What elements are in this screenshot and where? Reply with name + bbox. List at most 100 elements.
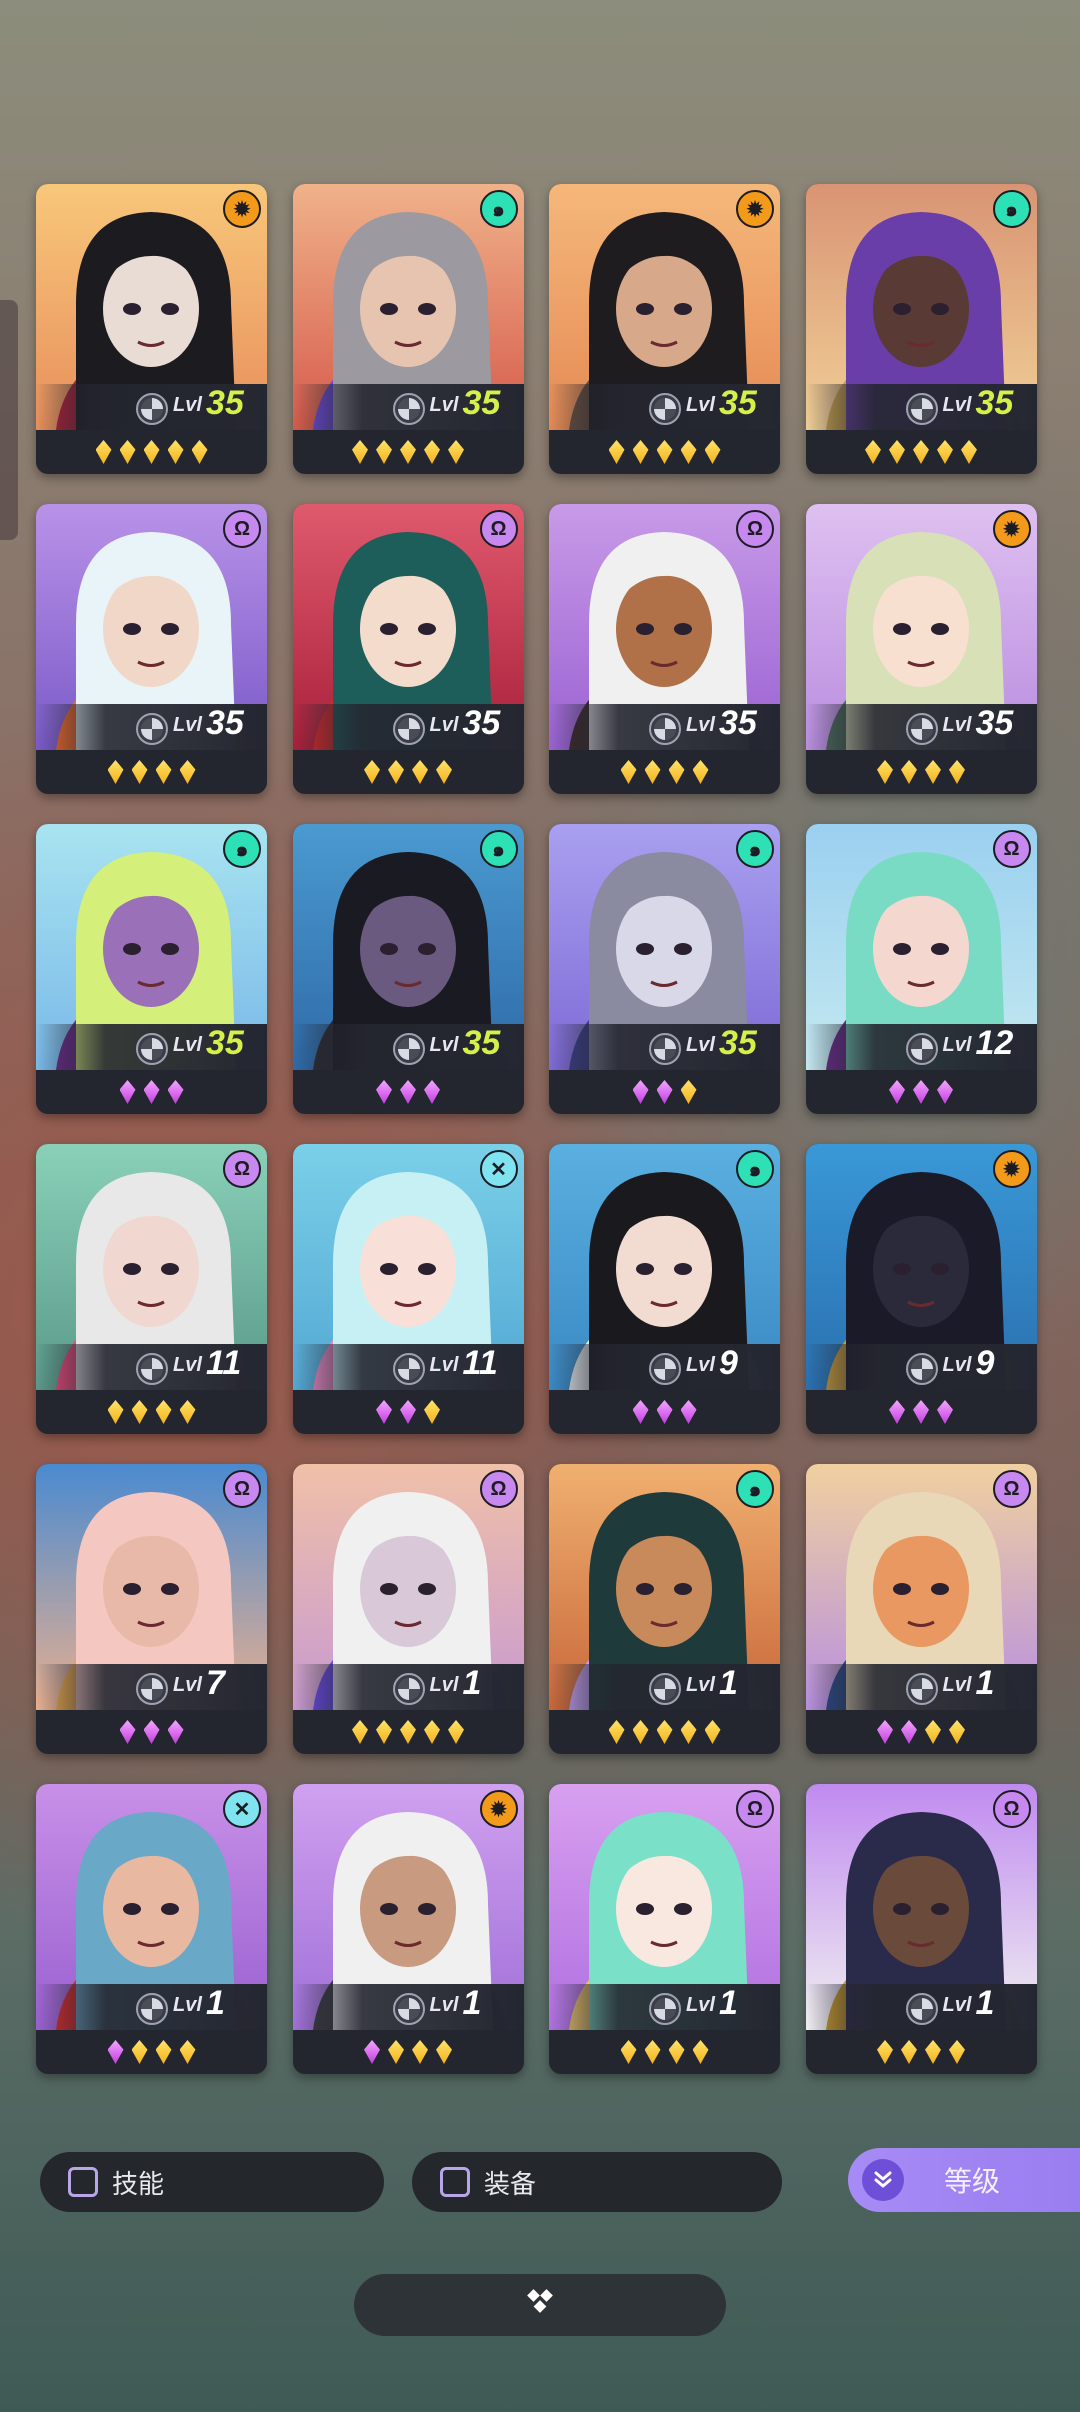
level-value: 1 [719, 1984, 738, 2022]
hero-card[interactable]: Ω Lvl 1 [805, 1464, 1037, 1754]
cooldown-icon [905, 1353, 938, 1385]
hero-card[interactable]: ✕ Lvl 1 [36, 1784, 267, 2074]
star-rating [36, 430, 267, 474]
hero-card[interactable]: ๑ Lvl 35 [292, 824, 524, 1114]
hero-card[interactable]: ✹ Lvl 35 [549, 184, 780, 474]
level-label: Lvl [942, 1034, 972, 1056]
cooldown-icon [392, 1033, 425, 1065]
star-gem-icon [376, 1080, 392, 1104]
star-gem-icon [901, 760, 917, 784]
hero-card[interactable]: ๑ Lvl 35 [292, 184, 524, 474]
hero-card[interactable]: Ω Lvl 1 [549, 1784, 780, 2074]
hero-card[interactable]: ๑ Lvl 1 [549, 1464, 780, 1754]
cooldown-icon [392, 393, 425, 425]
level-label: Lvl [686, 1354, 715, 1376]
star-gem-icon [949, 1720, 965, 1744]
element-omega-icon: Ω [479, 510, 518, 548]
side-drawer-handle[interactable] [0, 300, 18, 540]
level-value: 11 [462, 1344, 498, 1382]
star-gem-icon [179, 1400, 196, 1424]
collapse-panel-button[interactable] [354, 2274, 726, 2336]
star-gem-icon [388, 2040, 404, 2064]
star-gem-icon [400, 1720, 416, 1744]
hero-card[interactable]: ✕ Lvl 11 [292, 1144, 524, 1434]
element-sun-icon: ✹ [223, 190, 261, 228]
hero-card[interactable]: Ω Lvl 35 [292, 504, 524, 794]
hero-card[interactable]: Ω Lvl 35 [36, 504, 267, 794]
star-gem-icon [692, 2040, 709, 2064]
hero-card[interactable]: ✹ Lvl 35 [36, 184, 267, 474]
star-rating [806, 430, 1037, 474]
star-gem-icon [692, 760, 709, 784]
star-rating [293, 1710, 524, 1754]
level-value: 35 [975, 384, 1014, 422]
star-gem-icon [656, 1400, 673, 1424]
level-value: 35 [975, 704, 1014, 742]
star-gem-icon [179, 2040, 196, 2064]
star-rating [806, 1710, 1037, 1754]
star-gem-icon [107, 2040, 124, 2064]
hero-card[interactable]: ๑ Lvl 35 [549, 824, 780, 1114]
cooldown-icon [905, 1033, 938, 1065]
level-label: Lvl [686, 394, 715, 416]
level-value: 35 [206, 704, 244, 742]
level-value: 9 [719, 1344, 738, 1382]
star-rating [806, 2030, 1037, 2074]
hero-card[interactable]: ✹ Lvl 35 [805, 504, 1037, 794]
star-gem-icon [376, 440, 392, 464]
cooldown-icon [905, 1993, 938, 2025]
diamond-cluster-icon [520, 2288, 560, 2323]
star-gem-icon [167, 440, 184, 464]
sort-by-level-button[interactable]: 等级 [848, 2148, 1080, 2212]
star-gem-icon [620, 2040, 637, 2064]
hero-card[interactable]: ✹ Lvl 1 [292, 1784, 524, 2074]
level-label: Lvl [686, 714, 715, 736]
star-gem-icon [167, 1080, 184, 1104]
star-gem-icon [436, 2040, 452, 2064]
skill-filter-toggle[interactable]: 技能 [40, 2152, 384, 2212]
star-gem-icon [704, 1720, 721, 1744]
star-rating [549, 1070, 780, 1114]
level-label: Lvl [942, 1674, 972, 1696]
star-gem-icon [107, 1400, 124, 1424]
star-gem-icon [949, 760, 965, 784]
star-rating [293, 1070, 524, 1114]
level-value: 1 [975, 1664, 995, 1702]
level-value: 9 [975, 1344, 995, 1382]
level-label: Lvl [173, 394, 202, 416]
hero-grid: ✹ Lvl 35 ๑ Lvl 35 ✹ Lvl 35 ๑ Lvl 35 Ω Lv… [36, 184, 1037, 2074]
skill-checkbox[interactable] [68, 2167, 98, 2197]
hero-card[interactable]: Ω Lvl 7 [36, 1464, 267, 1754]
level-value: 35 [206, 384, 244, 422]
level-label: Lvl [173, 1354, 202, 1376]
star-gem-icon [632, 440, 649, 464]
star-gem-icon [937, 440, 953, 464]
hero-card[interactable]: Ω Lvl 12 [805, 824, 1037, 1114]
level-label: Lvl [942, 1354, 972, 1376]
star-gem-icon [668, 2040, 685, 2064]
cooldown-icon [136, 1993, 168, 2025]
level-value: 1 [719, 1664, 738, 1702]
equipment-checkbox[interactable] [440, 2167, 470, 2197]
cooldown-icon [136, 1673, 168, 1705]
star-gem-icon [107, 760, 124, 784]
star-rating [36, 2030, 267, 2074]
hero-card[interactable]: ๑ Lvl 35 [36, 824, 267, 1114]
hero-card[interactable]: Ω Lvl 35 [549, 504, 780, 794]
hero-card[interactable]: Ω Lvl 1 [805, 1784, 1037, 2074]
star-rating [293, 430, 524, 474]
equipment-filter-toggle[interactable]: 装备 [412, 2152, 782, 2212]
hero-card[interactable]: ๑ Lvl 35 [805, 184, 1037, 474]
hero-card[interactable]: ✹ Lvl 9 [805, 1144, 1037, 1434]
star-gem-icon [424, 1720, 440, 1744]
hero-card[interactable]: Ω Lvl 11 [36, 1144, 267, 1434]
hero-card[interactable]: Ω Lvl 1 [292, 1464, 524, 1754]
hero-card[interactable]: ๑ Lvl 9 [549, 1144, 780, 1434]
star-gem-icon [155, 760, 172, 784]
element-omega-icon: Ω [479, 1470, 518, 1508]
element-omega-icon: Ω [736, 510, 774, 548]
star-gem-icon [644, 2040, 661, 2064]
level-value: 11 [206, 1344, 242, 1382]
star-gem-icon [412, 2040, 428, 2064]
star-gem-icon [364, 760, 380, 784]
